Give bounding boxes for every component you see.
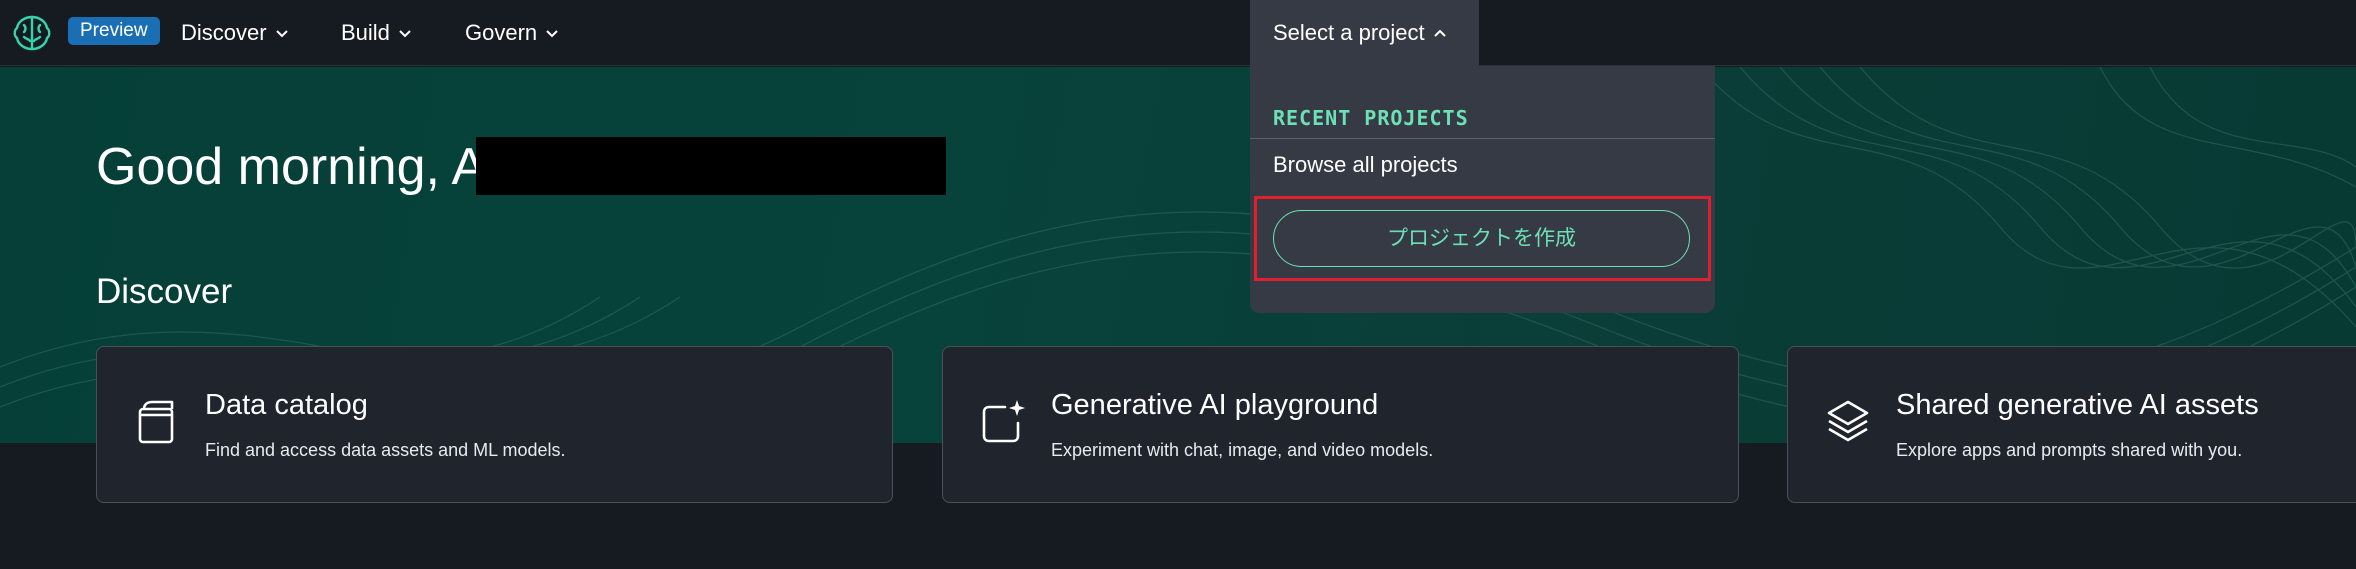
project-select-button[interactable]: Select a project <box>1250 0 1479 66</box>
sparkle-chat-icon <box>982 400 1025 443</box>
nav-discover[interactable]: Discover <box>181 0 289 66</box>
card-description: Explore apps and prompts shared with you… <box>1896 440 2243 460</box>
nav-govern[interactable]: Govern <box>465 0 559 66</box>
card-title: Data catalog <box>205 389 368 421</box>
create-project-button[interactable]: プロジェクトを作成 <box>1273 210 1690 267</box>
divider <box>1250 138 1715 139</box>
nav-build[interactable]: Build <box>341 0 412 66</box>
card-shared-generative-ai-assets[interactable]: Shared generative AI assets Explore apps… <box>1787 346 2356 503</box>
redacted-name <box>476 137 946 195</box>
chevron-down-icon <box>275 30 288 38</box>
top-navigation: Preview Discover Build Govern Select a p… <box>0 0 2356 66</box>
section-title-discover: Discover <box>96 272 233 311</box>
card-title: Shared generative AI assets <box>1896 389 2259 421</box>
card-description: Find and access data assets and ML model… <box>205 440 566 460</box>
preview-badge: Preview <box>68 17 160 45</box>
nav-govern-label: Govern <box>465 20 538 45</box>
chevron-down-icon <box>399 30 411 38</box>
project-dropdown-menu: RECENT PROJECTS Browse all projects プロジェ… <box>1250 66 1715 313</box>
browse-all-projects-link[interactable]: Browse all projects <box>1273 152 1458 178</box>
greeting-title: Good morning, A <box>96 138 487 196</box>
nav-discover-label: Discover <box>181 20 267 45</box>
layers-icon <box>1827 400 1869 442</box>
brain-logo-icon[interactable] <box>12 13 52 53</box>
chevron-up-icon <box>1433 29 1446 37</box>
card-description: Experiment with chat, image, and video m… <box>1051 440 1434 460</box>
card-title: Generative AI playground <box>1051 389 1379 421</box>
nav-build-label: Build <box>341 20 390 45</box>
page: Good morning, A Discover Data catalog Fi… <box>0 0 2356 569</box>
recent-projects-header: RECENT PROJECTS <box>1273 106 1469 130</box>
card-data-catalog[interactable]: Data catalog Find and access data assets… <box>96 346 893 503</box>
card-generative-ai-playground[interactable]: Generative AI playground Experiment with… <box>942 346 1739 503</box>
chevron-down-icon <box>546 30 558 38</box>
project-select-label: Select a project <box>1273 20 1425 45</box>
book-icon <box>138 400 174 444</box>
